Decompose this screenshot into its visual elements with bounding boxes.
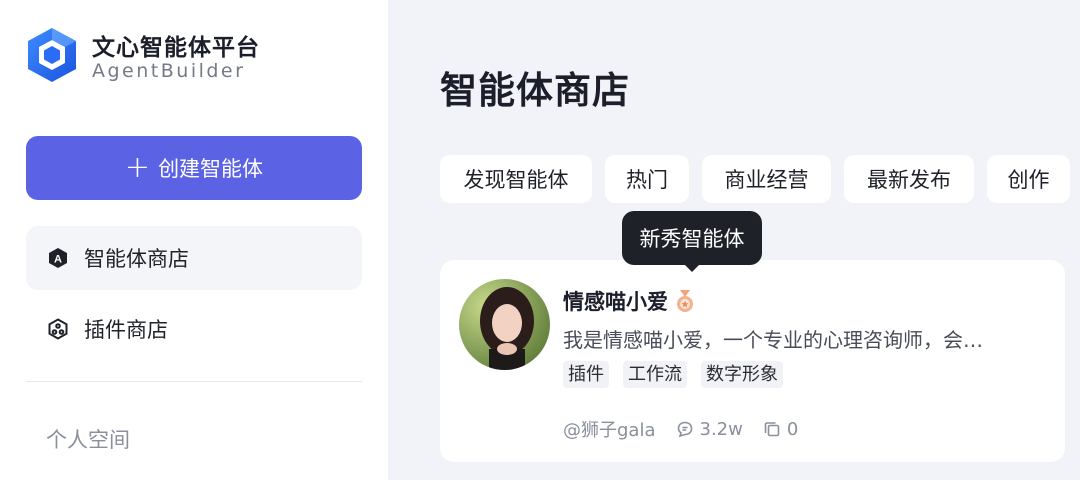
sidebar-item-label: 智能体商店 [84, 247, 189, 271]
create-agent-button[interactable]: + 创建智能体 [26, 136, 362, 200]
sidebar-divider [26, 381, 362, 382]
tag: 数字形象 [701, 361, 783, 388]
plugin-store-icon [46, 317, 70, 341]
tab-hot[interactable]: 热门 [605, 155, 689, 203]
conversation-count: 3.2w [699, 418, 743, 440]
tooltip: 新秀智能体 [622, 211, 762, 272]
tab-business[interactable]: 商业经营 [702, 155, 831, 203]
agent-description: 我是情感喵小爱，一个专业的心理咨询师，会… [563, 328, 983, 352]
chat-icon [676, 420, 694, 438]
author: @狮子gala [563, 420, 656, 441]
copy-count: 0 [786, 418, 799, 440]
agent-card[interactable]: 情感喵小爱 我是情感喵小爱，一个专业的心理咨询师，会… 插件 工作流 数字形象 … [440, 260, 1065, 462]
agent-name-text: 情感喵小爱 [563, 290, 668, 314]
copy-icon [763, 420, 781, 438]
sidebar-item-label: 插件商店 [84, 318, 168, 342]
tab-creation[interactable]: 创作 [987, 155, 1070, 203]
sidebar-item-plugin-store[interactable]: 插件商店 [26, 297, 362, 361]
tag: 工作流 [623, 361, 687, 388]
agent-store-icon: A [46, 246, 70, 270]
personal-space-label[interactable]: 个人空间 [46, 424, 130, 454]
tag-list: 插件 工作流 数字形象 [563, 361, 783, 388]
svg-text:A: A [54, 254, 62, 266]
page-title: 智能体商店 [440, 69, 630, 112]
create-agent-label: 创建智能体 [158, 157, 264, 181]
tab-latest[interactable]: 最新发布 [844, 155, 974, 203]
brand-title: 文心智能体平台 [92, 35, 260, 61]
tab-discover[interactable]: 发现智能体 [440, 155, 592, 203]
medal-icon [674, 289, 696, 313]
avatar [459, 279, 550, 370]
plus-icon: + [124, 150, 151, 185]
tag: 插件 [563, 361, 609, 388]
sidebar-item-agent-store[interactable]: A 智能体商店 [26, 226, 362, 290]
app-logo-icon [28, 28, 76, 82]
brand-subtitle: AgentBuilder [92, 60, 246, 82]
sidebar: 文心智能体平台 AgentBuilder + 创建智能体 A 智能体商店 插件商… [0, 0, 388, 480]
agent-meta: @狮子gala 3.2w 0 [563, 416, 798, 442]
agent-name: 情感喵小爱 [563, 286, 696, 316]
